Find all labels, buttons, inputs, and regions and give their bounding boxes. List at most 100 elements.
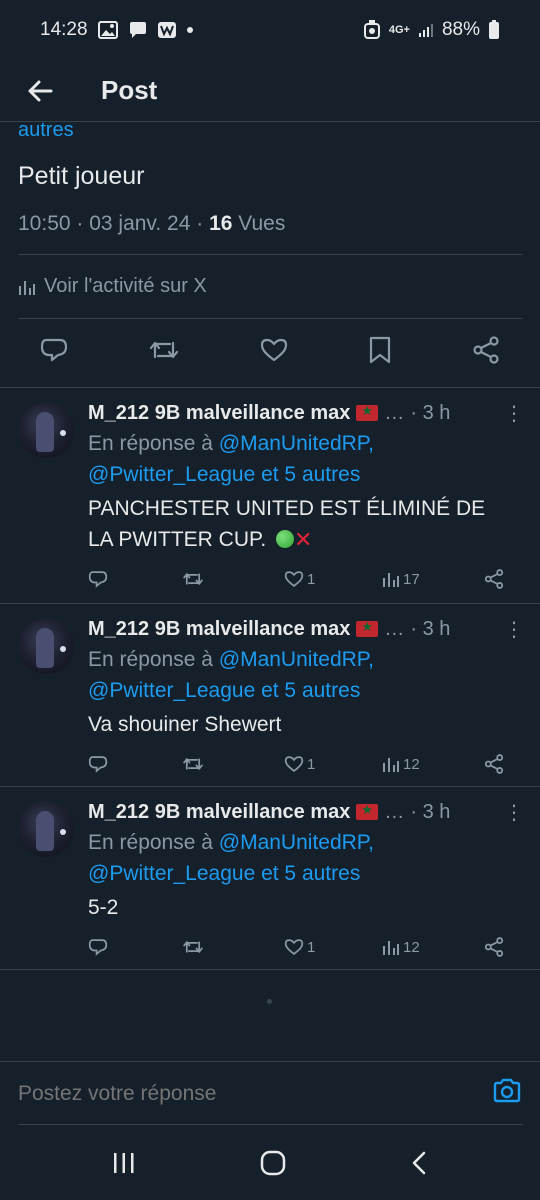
share-button[interactable] — [484, 754, 504, 774]
arrow-left-icon — [28, 80, 53, 101]
loading-indicator — [267, 999, 272, 1004]
reply-icon — [40, 338, 68, 362]
like-button[interactable]: 1 — [284, 755, 382, 773]
share-button[interactable] — [484, 937, 504, 957]
image-icon — [97, 21, 118, 39]
bookmark-icon — [369, 336, 391, 364]
more-options-icon[interactable]: ⋮ — [504, 401, 524, 426]
reply-button[interactable] — [88, 938, 182, 956]
morocco-flag-icon — [356, 403, 379, 421]
reply-author[interactable]: M_212 9B malveillance max — [88, 402, 350, 425]
status-left: 14:28 — [40, 19, 363, 41]
like-button[interactable]: 1 — [284, 938, 382, 956]
like-count: 1 — [307, 755, 316, 773]
share-button[interactable] — [484, 569, 504, 589]
mention-link[interactable]: @Pwitter_League et 5 autres — [88, 679, 360, 702]
morocco-flag-icon — [356, 619, 379, 637]
like-count: 1 — [307, 570, 316, 588]
reply-text-line: PANCHESTER UNITED EST ÉLIMINÉ DE — [88, 497, 486, 520]
share-icon — [473, 336, 499, 364]
signal-icon — [418, 22, 434, 38]
reply-composer — [0, 1061, 540, 1125]
camera-button[interactable] — [492, 1078, 522, 1109]
cross-mark-emoji: ✕ — [294, 527, 313, 552]
reply-item[interactable]: M_212 9B malveillance max … · 3 h ⋮ En r… — [0, 603, 540, 786]
views-button[interactable]: 17 — [382, 570, 484, 588]
reply-button[interactable] — [88, 570, 182, 588]
repost-icon — [183, 757, 203, 771]
views-button[interactable]: 12 — [382, 755, 484, 773]
home-button[interactable] — [260, 1150, 286, 1181]
share-icon — [484, 937, 504, 957]
battery-icon — [488, 20, 500, 40]
like-count: 1 — [307, 938, 316, 956]
reply-author[interactable]: M_212 9B malveillance max — [88, 801, 350, 824]
repost-icon — [183, 572, 203, 586]
like-button[interactable]: 1 — [284, 570, 382, 588]
reply-item[interactable]: M_212 9B malveillance max … · 3 h ⋮ En r… — [0, 387, 540, 603]
reply-item[interactable]: M_212 9B malveillance max … · 3 h ⋮ En r… — [0, 786, 540, 970]
w-app-icon — [157, 22, 176, 38]
reply-actions: 1 12 — [88, 929, 524, 965]
status-bar: 14:28 4G+ 88% — [0, 0, 540, 60]
reply-icon — [88, 756, 108, 773]
bookmark-button[interactable] — [368, 336, 392, 369]
recent-apps-button[interactable] — [112, 1152, 136, 1179]
repost-button[interactable] — [182, 755, 284, 773]
reply-time: · 3 h — [410, 401, 451, 424]
reply-prefix: En réponse à — [88, 648, 219, 671]
chat-bubble-icon — [128, 21, 148, 39]
analytics-icon — [383, 941, 399, 955]
more-options-icon[interactable]: ⋮ — [504, 800, 524, 825]
reply-text: Va shouiner Shewert — [88, 713, 282, 736]
mention-link[interactable]: @ManUnitedRP, — [219, 831, 374, 854]
avatar[interactable] — [18, 402, 74, 458]
analytics-icon — [383, 573, 399, 587]
reply-input[interactable] — [18, 1081, 492, 1106]
reply-to: En réponse à @ManUnitedRP, @Pwitter_Leag… — [88, 827, 524, 889]
repost-icon — [183, 940, 203, 954]
repost-button[interactable] — [148, 337, 180, 368]
activity-label: Voir l'activité sur X — [44, 275, 207, 297]
reply-button[interactable] — [40, 337, 68, 368]
reply-ellipsis: … — [384, 800, 405, 823]
share-button[interactable] — [472, 336, 500, 369]
like-button[interactable] — [260, 337, 288, 368]
repost-icon — [149, 341, 179, 359]
heart-icon — [284, 756, 304, 773]
reply-author[interactable]: M_212 9B malveillance max — [88, 618, 350, 641]
avatar[interactable] — [18, 618, 74, 674]
chevron-left-icon — [412, 1151, 426, 1174]
more-options-icon[interactable]: ⋮ — [504, 617, 524, 642]
reply-icon — [88, 939, 108, 956]
reply-text: PANCHESTER UNITED EST ÉLIMINÉ DE LA PWIT… — [88, 493, 524, 555]
post-meta: 10:50 · 03 janv. 24 · 16 Vues — [18, 210, 522, 238]
avatar[interactable] — [18, 801, 74, 857]
view-activity-link[interactable]: Voir l'activité sur X — [18, 255, 522, 318]
post-actions — [18, 319, 522, 386]
views-count: 12 — [403, 938, 420, 956]
status-right: 4G+ 88% — [363, 19, 500, 41]
reply-time: · 3 h — [410, 617, 451, 640]
back-button[interactable] — [0, 60, 80, 122]
views-button[interactable]: 12 — [382, 938, 484, 956]
post-timestamp: 10:50 · 03 janv. 24 · — [18, 212, 210, 235]
system-nav-bar — [0, 1130, 540, 1200]
reply-prefix: En réponse à — [88, 432, 219, 455]
network-type: 4G+ — [388, 24, 410, 36]
mention-link[interactable]: @ManUnitedRP, — [219, 648, 374, 671]
views-count: 16 — [209, 212, 233, 235]
mention-link[interactable]: @ManUnitedRP, — [219, 432, 374, 455]
green-circle-emoji — [276, 530, 294, 548]
reply-button[interactable] — [88, 755, 182, 773]
share-icon — [484, 754, 504, 774]
mention-link[interactable]: @Pwitter_League et 5 autres — [88, 463, 360, 486]
back-nav-button[interactable] — [410, 1150, 428, 1181]
reply-actions: 1 17 — [88, 561, 524, 597]
repost-button[interactable] — [182, 938, 284, 956]
reply-to: En réponse à @ManUnitedRP, @Pwitter_Leag… — [88, 428, 524, 490]
mention-link[interactable]: @Pwitter_League et 5 autres — [88, 862, 360, 885]
reply-text: 5-2 — [88, 896, 119, 919]
autres-link[interactable]: autres — [18, 120, 522, 146]
repost-button[interactable] — [182, 570, 284, 588]
